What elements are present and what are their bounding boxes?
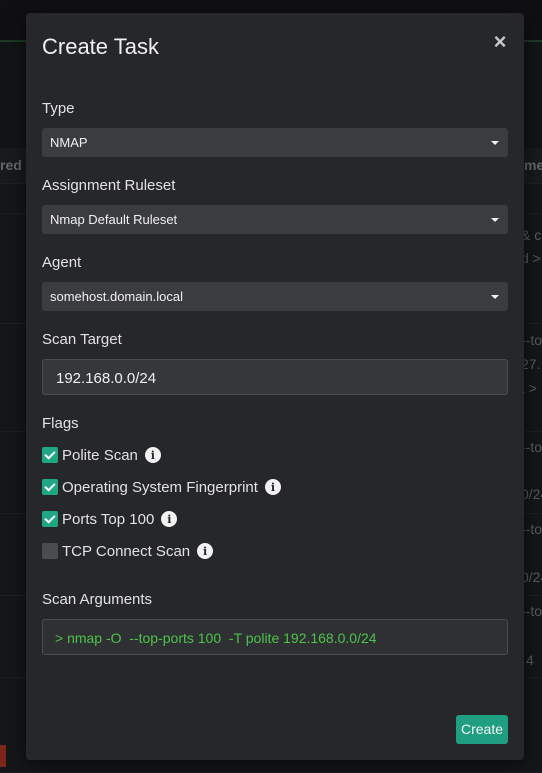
scan-arguments-label: Scan Arguments bbox=[42, 591, 153, 608]
info-icon[interactable]: i bbox=[197, 543, 214, 559]
chevron-down-icon bbox=[491, 295, 499, 299]
checkbox-unchecked[interactable] bbox=[42, 543, 58, 559]
flag-label: Operating System Fingerprint bbox=[62, 478, 258, 496]
ruleset-select-value: Nmap Default Ruleset bbox=[50, 212, 178, 227]
flag-label: Ports Top 100 bbox=[62, 510, 155, 528]
create-button[interactable]: Create bbox=[456, 715, 508, 744]
chevron-down-icon bbox=[491, 141, 499, 145]
flag-tcp-connect-scan[interactable]: TCP Connect Scan i bbox=[42, 542, 214, 560]
scan-arguments-field[interactable]: > nmap -O --top-ports 100 -T polite 192.… bbox=[42, 619, 508, 655]
create-task-modal: Create Task × Type NMAP Assignment Rules… bbox=[26, 13, 524, 760]
type-select[interactable]: NMAP bbox=[42, 128, 508, 157]
type-label: Type bbox=[42, 100, 75, 117]
chevron-down-icon bbox=[491, 218, 499, 222]
flag-label: Polite Scan bbox=[62, 446, 138, 464]
checkbox-checked[interactable] bbox=[42, 511, 58, 527]
scan-arguments-value: > nmap -O --top-ports 100 -T polite 192.… bbox=[55, 630, 377, 646]
scan-target-input[interactable]: 192.168.0.0/24 bbox=[42, 359, 508, 395]
flag-os-fingerprint[interactable]: Operating System Fingerprint i bbox=[42, 478, 281, 496]
scan-target-label: Scan Target bbox=[42, 331, 122, 348]
agent-select-value: somehost.domain.local bbox=[50, 289, 183, 304]
modal-title: Create Task bbox=[42, 34, 159, 59]
flags-label: Flags bbox=[42, 415, 79, 432]
type-select-value: NMAP bbox=[50, 135, 88, 150]
info-icon[interactable]: i bbox=[161, 511, 178, 527]
checkbox-checked[interactable] bbox=[42, 479, 58, 495]
info-icon[interactable]: i bbox=[264, 479, 281, 495]
info-icon[interactable]: i bbox=[144, 447, 161, 463]
flag-polite-scan[interactable]: Polite Scan i bbox=[42, 446, 161, 464]
flag-ports-top-100[interactable]: Ports Top 100 i bbox=[42, 510, 178, 528]
ruleset-select[interactable]: Nmap Default Ruleset bbox=[42, 205, 508, 234]
scan-target-value: 192.168.0.0/24 bbox=[56, 370, 157, 387]
agent-select[interactable]: somehost.domain.local bbox=[42, 282, 508, 311]
checkbox-checked[interactable] bbox=[42, 447, 58, 463]
ruleset-label: Assignment Ruleset bbox=[42, 177, 176, 194]
close-icon[interactable]: × bbox=[490, 31, 510, 53]
agent-label: Agent bbox=[42, 254, 82, 271]
flag-label: TCP Connect Scan bbox=[62, 542, 191, 560]
